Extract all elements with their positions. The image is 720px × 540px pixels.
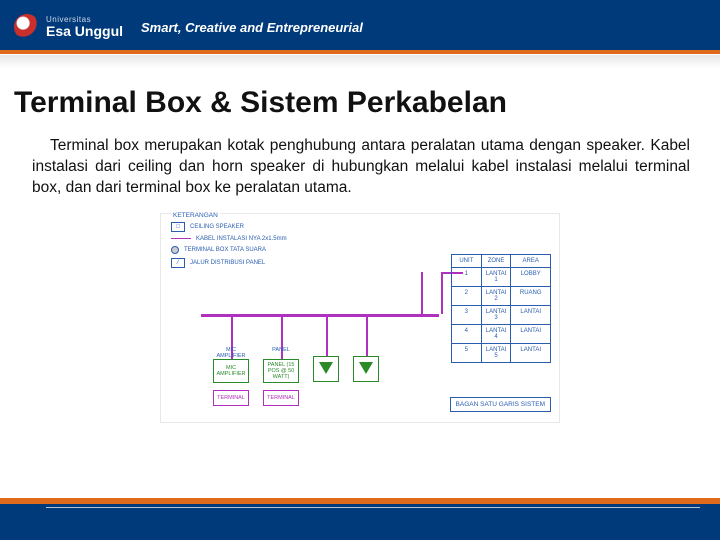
legend-text: CEILING SPEAKER: [190, 224, 244, 230]
table-row: 4 LANTAI 4 LANTAI: [452, 324, 550, 343]
slide-title: Terminal Box & Sistem Perkabelan: [14, 86, 706, 120]
table-cell: LANTAI 3: [482, 306, 512, 324]
footer-divider: [46, 507, 700, 508]
table-row: 1 LANTAI 1 LOBBY: [452, 267, 550, 286]
wiring-diagram: KETERANGAN □ CEILING SPEAKER KABEL INSTA…: [160, 213, 560, 423]
table-cell: LANTAI 5: [482, 344, 512, 362]
logo-emblem-icon: [14, 14, 40, 40]
slide-header: Universitas Esa Unggul Smart, Creative a…: [0, 0, 720, 54]
diagram-legend: □ CEILING SPEAKER KABEL INSTALASI NYA 2x…: [171, 222, 287, 268]
panel-box: PANEL (15 POS @ 50 WATT): [263, 359, 299, 383]
cable-bus-line: [201, 314, 439, 317]
table-cell: LANTAI 1: [482, 268, 512, 286]
legend-row: KABEL INSTALASI NYA 2x1.5mm: [171, 236, 287, 242]
table-row: 5 LANTAI 5 LANTAI: [452, 343, 550, 362]
terminal-box: TERMINAL: [263, 390, 299, 406]
amplifier-box: MIC AMPLIFIER: [213, 359, 249, 383]
table-cell: LANTAI 2: [482, 287, 512, 305]
zone-table: UNIT ZONE AREA 1 LANTAI 1 LOBBY 2 LANTAI…: [451, 254, 551, 363]
table-cell: 3: [452, 306, 482, 324]
legend-symbol-icon: □: [171, 222, 185, 232]
legend-row: TERMINAL BOX TATA SUARA: [171, 246, 287, 254]
table-header: AREA: [511, 255, 550, 267]
table-cell: RUANG: [511, 287, 550, 305]
legend-line-icon: [171, 238, 191, 239]
cable-vertical: [441, 272, 443, 314]
table-cell: LANTAI: [511, 344, 550, 362]
table-cell: 1: [452, 268, 482, 286]
legend-symbol-icon: ⁄: [171, 258, 185, 268]
slide-footer: [0, 498, 720, 540]
table-header-row: UNIT ZONE AREA: [452, 255, 550, 267]
terminal-box: TERMINAL: [213, 390, 249, 406]
slide-paragraph: Terminal box merupakan kotak penghubung …: [14, 136, 706, 199]
paragraph-text: Terminal box merupakan kotak penghubung …: [32, 137, 690, 196]
table-header: UNIT: [452, 255, 482, 267]
footer-bar: [0, 504, 720, 540]
table-cell: 2: [452, 287, 482, 305]
table-cell: 4: [452, 325, 482, 343]
diagram-caption: BAGAN SATU GARIS SISTEM: [450, 397, 551, 412]
table-row: 2 LANTAI 2 RUANG: [452, 286, 550, 305]
cable-vertical: [326, 314, 328, 356]
legend-text: TERMINAL BOX TATA SUARA: [184, 247, 266, 253]
amp-label: MICAMPLIFIER: [211, 347, 251, 359]
legend-text: JALUR DISTRIBUSI PANEL: [190, 260, 265, 266]
header-shadow: [0, 54, 720, 68]
table-cell: LOBBY: [511, 268, 550, 286]
table-cell: LANTAI: [511, 325, 550, 343]
speaker-icon: [319, 362, 333, 374]
table-cell: LANTAI: [511, 306, 550, 324]
slide-content: Terminal Box & Sistem Perkabelan Termina…: [0, 68, 720, 423]
table-header: ZONE: [482, 255, 512, 267]
legend-text: KABEL INSTALASI NYA 2x1.5mm: [196, 236, 287, 242]
legend-dot-icon: [171, 246, 179, 254]
legend-row: ⁄ JALUR DISTRIBUSI PANEL: [171, 258, 287, 268]
table-cell: 5: [452, 344, 482, 362]
logo-main-text: Esa Unggul: [46, 24, 123, 38]
legend-row: □ CEILING SPEAKER: [171, 222, 287, 232]
table-row: 3 LANTAI 3 LANTAI: [452, 305, 550, 324]
table-cell: LANTAI 4: [482, 325, 512, 343]
cable-vertical: [366, 314, 368, 356]
university-logo: Universitas Esa Unggul: [14, 14, 123, 40]
panel-label: PANEL: [261, 347, 301, 353]
header-tagline: Smart, Creative and Entrepreneurial: [141, 20, 363, 35]
speaker-icon: [359, 362, 373, 374]
legend-title: KETERANGAN: [171, 212, 220, 219]
cable-vertical: [421, 272, 423, 314]
